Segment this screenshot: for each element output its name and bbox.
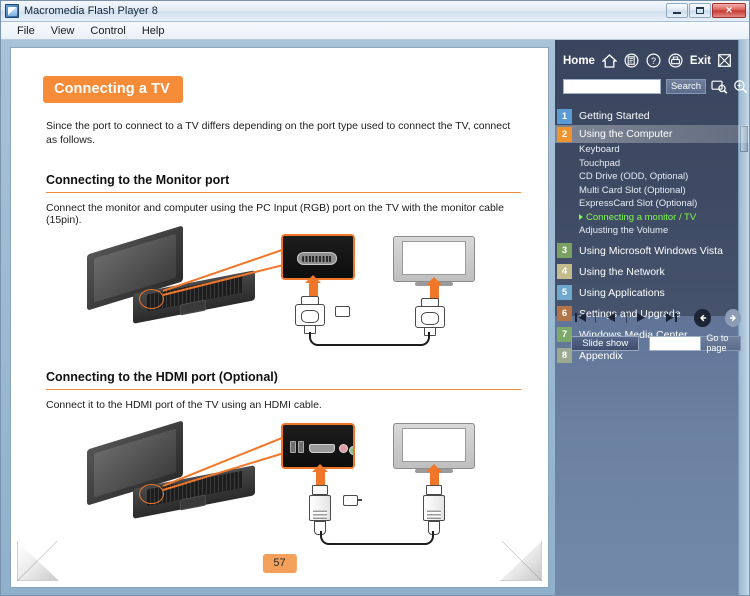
svg-text:?: ?: [651, 56, 656, 66]
tv-illustration: [393, 423, 475, 474]
exit-icon[interactable]: [716, 52, 733, 69]
sidebar-toolbar: Home ? Exit: [555, 40, 749, 69]
window-title: Macromedia Flash Player 8: [24, 5, 158, 17]
search-input[interactable]: [563, 79, 661, 94]
last-page-icon[interactable]: [663, 310, 678, 325]
tv-illustration: [393, 236, 475, 287]
navigation-sidebar: Home ? Exit Search 1 Getting Started 2 U…: [555, 40, 749, 595]
goto-page-button[interactable]: Go to page: [701, 333, 741, 353]
menu-file[interactable]: File: [9, 24, 43, 38]
page-title: Connecting a TV: [43, 76, 183, 103]
section-divider: [46, 389, 521, 391]
application-window: Macromedia Flash Player 8 ✕ File View Co…: [0, 0, 750, 596]
toc-label: Using Microsoft Windows Vista: [579, 244, 723, 257]
toc-sub-label: Connecting a monitor / TV: [586, 211, 697, 223]
sidebar-item-using-the-computer[interactable]: 2 Using the Computer: [555, 125, 749, 143]
sidebar-subitem-cd-drive[interactable]: CD Drive (ODD, Optional): [555, 170, 749, 184]
next-page-icon[interactable]: [634, 310, 649, 325]
monitor-port-closeup: [281, 234, 355, 281]
toc-sub-label: Touchpad: [579, 157, 621, 169]
control-separator: [625, 312, 627, 323]
toc-number: 5: [557, 285, 572, 300]
slideshow-button[interactable]: Slide show: [571, 335, 640, 351]
section-text-hdmi: Connect it to the HDMI port of the TV us…: [46, 399, 322, 412]
menu-view[interactable]: View: [43, 24, 83, 38]
diagram-monitor-connection: [43, 225, 524, 352]
title-bar: Macromedia Flash Player 8 ✕: [1, 1, 749, 22]
home-icon[interactable]: [601, 52, 617, 69]
control-separator: [595, 312, 597, 323]
laptop-illustration: [85, 225, 255, 325]
hdmi-port-closeup: [281, 423, 355, 470]
section-heading-hdmi: Connecting to the HDMI port (Optional): [46, 370, 278, 385]
maximize-button[interactable]: [689, 3, 711, 18]
search-button[interactable]: Search: [666, 79, 706, 94]
hdmi-connector-left: [309, 485, 331, 537]
print-icon[interactable]: [668, 52, 684, 69]
sidebar-item-using-the-network[interactable]: 4 Using the Network: [555, 263, 749, 281]
monitor-cable: [309, 332, 430, 347]
sidebar-subitem-expresscard-slot[interactable]: ExpressCard Slot (Optional): [555, 197, 749, 211]
hdmi-connector-right: [423, 485, 445, 537]
contents-icon[interactable]: [623, 52, 639, 69]
laptop-illustration: [85, 420, 255, 520]
menu-bar: File View Control Help: [1, 22, 749, 40]
next-page-corner[interactable]: [500, 541, 542, 581]
sidebar-subitem-keyboard[interactable]: Keyboard: [555, 143, 749, 157]
toc-sub-label: Keyboard: [579, 144, 620, 156]
intro-text: Since the port to connect to a TV differ…: [46, 120, 511, 147]
monitor-mini-icon: [335, 306, 350, 318]
forward-arrow-icon[interactable]: [724, 308, 741, 327]
help-icon[interactable]: ?: [645, 52, 661, 69]
sidebar-subitem-multi-card-slot[interactable]: Multi Card Slot (Optional): [555, 184, 749, 198]
toc-number: 4: [557, 264, 572, 279]
home-label: Home: [563, 54, 595, 67]
zoom-icon[interactable]: [733, 78, 748, 95]
search-row: Search: [555, 69, 749, 95]
find-icon[interactable]: [711, 78, 728, 95]
document-pane: Connecting a TV Since the port to connec…: [1, 40, 555, 595]
sidebar-subitem-touchpad[interactable]: Touchpad: [555, 157, 749, 171]
sidebar-subitem-adjusting-the-volume[interactable]: Adjusting the Volume: [555, 224, 749, 238]
toc-sub-label: Multi Card Slot (Optional): [579, 184, 686, 196]
toc-number: 2: [557, 126, 572, 142]
player-controls: Slide show Go to page: [555, 308, 749, 365]
toc-label: Using Applications: [579, 286, 665, 299]
previous-page-icon[interactable]: [603, 310, 618, 325]
sidebar-item-using-microsoft-windows-vista[interactable]: 3 Using Microsoft Windows Vista: [555, 242, 749, 260]
window-controls: ✕: [666, 3, 746, 18]
goto-page-input[interactable]: [649, 335, 702, 351]
tv-mini-icon: [343, 495, 362, 507]
toc-sub-label: Adjusting the Volume: [579, 225, 669, 237]
minimize-button[interactable]: [666, 3, 688, 18]
hdmi-cable: [320, 531, 434, 546]
exit-label: Exit: [689, 54, 711, 67]
section-heading-monitor: Connecting to the Monitor port: [46, 173, 230, 188]
toc-sub-label: ExpressCard Slot (Optional): [579, 198, 698, 210]
sidebar-item-getting-started[interactable]: 1 Getting Started: [555, 107, 749, 125]
menu-help[interactable]: Help: [134, 24, 173, 38]
page-frame: Connecting a TV Since the port to connec…: [10, 47, 549, 588]
menu-control[interactable]: Control: [82, 24, 133, 38]
toc-label: Using the Network: [579, 265, 665, 278]
previous-page-corner[interactable]: [17, 541, 59, 581]
flash-stage: Connecting a TV Since the port to connec…: [1, 40, 749, 595]
section-text-monitor: Connect the monitor and computer using t…: [46, 202, 504, 227]
diagram-hdmi-connection: [43, 417, 524, 552]
sidebar-item-using-applications[interactable]: 5 Using Applications: [555, 284, 749, 302]
section-divider: [46, 192, 521, 194]
toc-number: 1: [557, 108, 572, 124]
toc-sub-label: CD Drive (ODD, Optional): [579, 171, 689, 183]
toc-number: 3: [557, 243, 572, 258]
sidebar-subitem-connecting-a-monitor-tv[interactable]: Connecting a monitor / TV: [555, 211, 749, 225]
toc-label: Getting Started: [579, 110, 650, 122]
page-number-badge: 57: [262, 554, 297, 573]
toc-label: Using the Computer: [579, 128, 673, 140]
first-page-icon[interactable]: [573, 310, 588, 325]
back-arrow-icon[interactable]: [694, 308, 711, 327]
close-button[interactable]: ✕: [712, 3, 746, 18]
flash-icon: [5, 4, 19, 18]
